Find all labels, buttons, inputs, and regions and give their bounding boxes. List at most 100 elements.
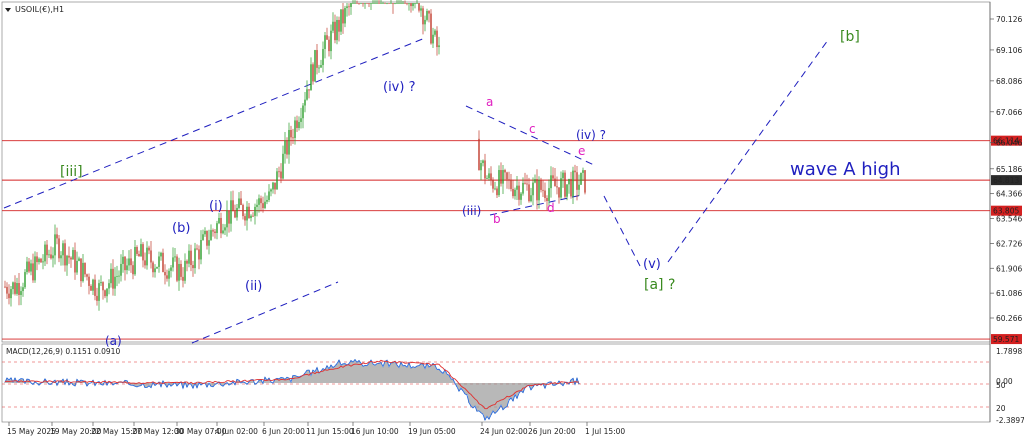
candle-body <box>170 267 172 271</box>
candle-body <box>90 285 92 291</box>
candle-body <box>36 256 38 263</box>
macd-label: MACD(12,26,9) 0.1151 0.0910 <box>6 347 120 356</box>
candle-body <box>54 234 56 256</box>
wave-label: [b] <box>840 29 860 45</box>
candle-body <box>74 250 76 273</box>
macd-histogram-bar <box>378 363 380 383</box>
macd-histogram-bar <box>372 364 374 383</box>
candle-body <box>544 190 546 199</box>
candle-body <box>404 3 406 4</box>
candle-body <box>80 258 82 282</box>
price-tick-label: 65.186 <box>996 165 1022 174</box>
candle-body <box>266 199 268 202</box>
candle-body <box>68 255 70 258</box>
candle-body <box>434 30 436 35</box>
candle-body <box>72 250 74 260</box>
candle-body <box>406 3 408 4</box>
price-tick-label: 63.546 <box>996 215 1022 224</box>
candle-body <box>34 256 36 281</box>
candle-body <box>522 182 524 194</box>
candle-body <box>516 185 518 190</box>
candle-body <box>28 261 30 272</box>
candle-body <box>486 178 488 180</box>
candle-body <box>286 140 288 155</box>
candle-body <box>562 172 564 179</box>
candle-body <box>566 184 568 197</box>
candle-body <box>334 21 336 41</box>
macd-histogram-bar <box>488 383 490 420</box>
macd-histogram-bar <box>432 363 434 383</box>
macd-histogram-bar <box>502 383 504 410</box>
macd-histogram-bar <box>422 364 424 383</box>
wave-label: c <box>529 122 536 136</box>
candle-body <box>258 198 260 205</box>
candle-body <box>272 182 274 190</box>
macd-histogram-bar <box>380 362 382 383</box>
candle-body <box>584 170 586 193</box>
candle-body <box>10 289 12 299</box>
candle-body <box>112 268 114 289</box>
price-axis: 70.126 69.106 68.086 67.066 66.046 65.186 64.3… <box>990 15 1022 323</box>
macd-histogram-bar <box>446 374 448 383</box>
candle-body <box>276 171 278 190</box>
candle-body <box>110 268 112 284</box>
macd-histogram-bar <box>418 365 420 383</box>
candle-body <box>380 3 382 4</box>
symbol-label: USOIL(€),H1 <box>15 5 64 14</box>
candle-body <box>526 183 528 185</box>
candle-body <box>246 206 248 221</box>
candle-body <box>138 253 140 257</box>
candle-body <box>14 282 16 294</box>
candle-body <box>168 270 170 279</box>
candle-body <box>368 3 370 4</box>
macd-histogram-bar <box>376 363 378 383</box>
candle-body <box>96 295 98 301</box>
candle-body <box>426 11 428 20</box>
candle-body <box>44 244 46 262</box>
candle-body <box>22 287 24 292</box>
price-tick-label: 66.046 <box>996 139 1022 148</box>
wave-label: (iii) <box>462 204 481 218</box>
candle-body <box>6 286 8 294</box>
macd-histogram-bar <box>318 373 320 383</box>
candle-body <box>568 178 570 185</box>
candle-body <box>342 9 344 24</box>
time-tick-label: 26 Jun 20:00 <box>528 427 576 436</box>
wave-label: [iii] <box>60 164 83 180</box>
candle-body <box>358 3 360 4</box>
candle-body <box>48 254 50 256</box>
wave-label: b <box>493 212 501 226</box>
candle-body <box>32 263 34 281</box>
candle-body <box>314 50 316 82</box>
candle-body <box>366 3 368 4</box>
time-tick-label: 1 Jul 15:00 <box>585 427 625 436</box>
macd-histogram-bar <box>398 367 400 383</box>
candle-body <box>500 170 502 184</box>
candle-body <box>386 3 388 4</box>
time-tick-label: 15 May 2025 <box>7 427 56 436</box>
candle-body <box>490 173 492 180</box>
candle-body <box>214 231 216 234</box>
candle-body <box>160 252 162 257</box>
candle-body <box>556 186 558 188</box>
candle-body <box>328 39 330 52</box>
macd-histogram-bar <box>306 370 308 383</box>
candle-body <box>238 198 240 208</box>
candle-body <box>354 3 356 4</box>
candle-body <box>364 3 366 4</box>
macd-histogram-bar <box>440 371 442 383</box>
candle-body <box>40 258 42 263</box>
candle-body <box>332 21 334 31</box>
macd-histogram-bar <box>326 365 328 383</box>
candle-body <box>158 256 160 267</box>
macd-histogram-bar <box>498 383 500 409</box>
candle-body <box>256 204 258 207</box>
candle-body <box>104 290 106 297</box>
candle-body <box>318 67 320 69</box>
candle-body <box>262 203 264 209</box>
macd-histogram-bar <box>356 362 358 383</box>
candle-body <box>52 255 54 259</box>
candle-body <box>66 255 68 266</box>
macd-histogram-bar <box>400 362 402 383</box>
candle-body <box>326 35 328 40</box>
